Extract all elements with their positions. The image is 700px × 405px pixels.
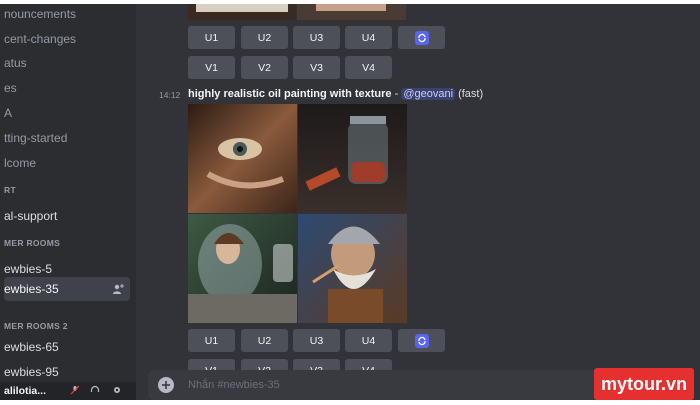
upscale-button-1[interactable]: U1	[188, 26, 235, 49]
headset-icon[interactable]	[90, 385, 100, 395]
user-mention[interactable]: @geovani	[401, 88, 456, 100]
channel-getting-started[interactable]: tting-started	[0, 126, 136, 150]
channel-status[interactable]: atus	[0, 51, 136, 75]
channel-label: cent-changes	[4, 32, 77, 46]
channel-label: ewbies-95	[4, 365, 59, 379]
channel-newbies-65[interactable]: ewbies-65	[0, 335, 136, 359]
add-attachment-icon[interactable]	[158, 377, 174, 393]
reroll-icon	[414, 333, 429, 348]
reroll-button[interactable]	[398, 26, 445, 49]
channel-faq[interactable]: A	[0, 101, 136, 125]
reroll-icon	[414, 30, 429, 45]
channel-newbies-95[interactable]: ewbies-95	[0, 360, 136, 384]
category-newcomer-rooms-2[interactable]: MER ROOMS 2	[4, 321, 68, 331]
settings-gear-icon[interactable]	[112, 385, 122, 395]
upscale-button-3[interactable]: U3	[293, 26, 340, 49]
channel-rules[interactable]: es	[0, 76, 136, 100]
message-content: highly realistic oil painting with textu…	[188, 88, 483, 100]
mute-mic-icon[interactable]	[70, 385, 80, 395]
variation-button-1[interactable]: V1	[188, 56, 235, 79]
previous-image-grid[interactable]	[188, 4, 406, 20]
generated-image-grid[interactable]	[188, 104, 407, 323]
category-newcomer-rooms[interactable]: MER ROOMS	[4, 238, 60, 248]
channel-label: es	[4, 81, 17, 95]
upscale-button-4[interactable]: U4	[345, 26, 392, 49]
channel-label: lcome	[4, 156, 37, 170]
add-member-icon[interactable]	[112, 283, 124, 295]
variation-button-4[interactable]: V4	[345, 56, 392, 79]
username[interactable]: alilotia...	[4, 385, 46, 397]
prompt-text: highly realistic oil painting with textu…	[188, 88, 392, 100]
channel-label: atus	[4, 56, 27, 70]
variation-button-2[interactable]: V2	[241, 56, 288, 79]
channel-label: ewbies-35	[4, 282, 59, 296]
mytour-watermark-logo: mytour.vn	[594, 368, 694, 400]
channel-announcements[interactable]: nouncements	[0, 4, 136, 26]
channel-label: nouncements	[4, 7, 77, 21]
channel-label: tting-started	[4, 131, 68, 145]
generation-mode: (fast)	[458, 88, 484, 100]
discord-window: nouncements cent-changes atus es A tting…	[0, 4, 700, 400]
message-timestamp: 14:12	[159, 90, 181, 100]
upscale-button-3[interactable]: U3	[293, 329, 340, 352]
variation-button-3[interactable]: V3	[293, 56, 340, 79]
upscale-button-2[interactable]: U2	[241, 329, 288, 352]
chat-area: U1 U2 U3 U4 V1 V2 V3 V4 14:12 highly rea…	[136, 4, 700, 400]
message-placeholder: Nhắn #newbies-35	[188, 379, 280, 391]
upscale-button-1[interactable]: U1	[188, 329, 235, 352]
category-support[interactable]: RT	[4, 185, 16, 195]
user-panel: alilotia...	[0, 382, 136, 400]
channel-welcome[interactable]: lcome	[0, 151, 136, 175]
channel-label: ewbies-65	[4, 340, 59, 354]
channel-recent-changes[interactable]: cent-changes	[0, 27, 136, 51]
channel-label: ewbies-5	[4, 262, 53, 276]
upscale-button-4[interactable]: U4	[345, 329, 392, 352]
channel-label: A	[4, 106, 13, 120]
channel-label: al-support	[4, 209, 58, 223]
channel-sidebar: nouncements cent-changes atus es A tting…	[0, 4, 136, 400]
reroll-button[interactable]	[398, 329, 445, 352]
separator: -	[391, 88, 402, 100]
upscale-button-2[interactable]: U2	[241, 26, 288, 49]
channel-newbies-35[interactable]: ewbies-35	[4, 277, 130, 301]
channel-general-support[interactable]: al-support	[0, 204, 136, 228]
